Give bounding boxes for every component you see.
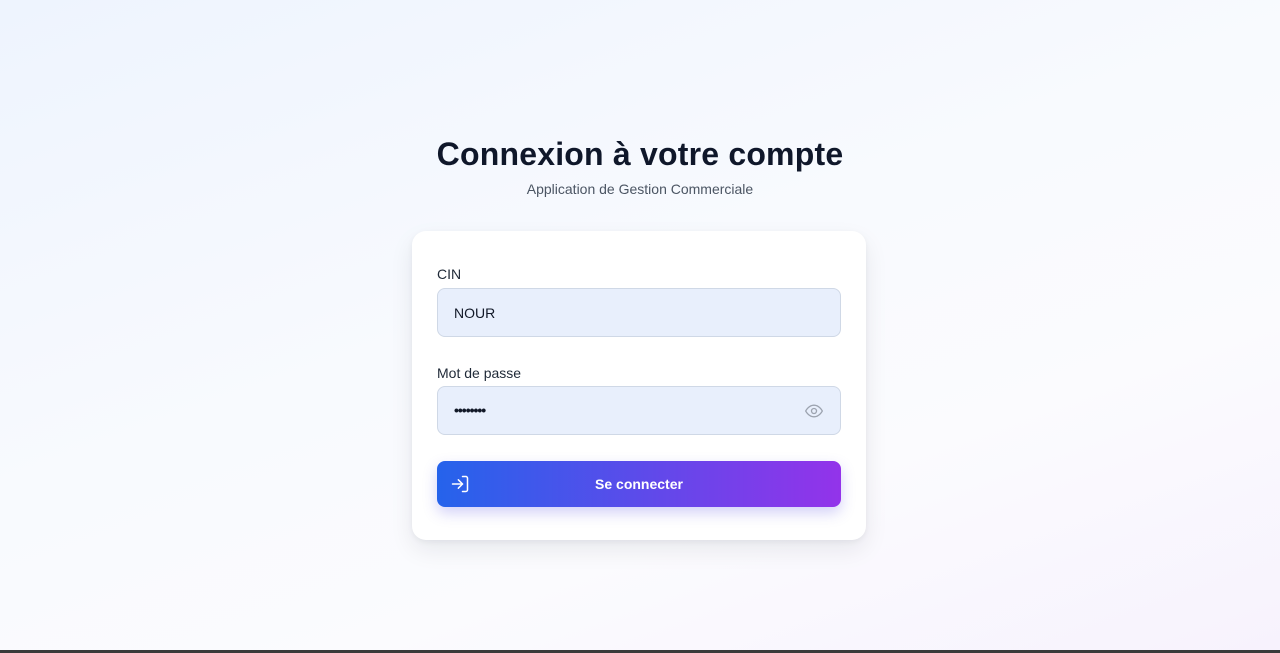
eye-icon[interactable]: [804, 401, 824, 421]
cin-label: CIN: [437, 266, 462, 282]
password-value: ••••••••: [454, 402, 486, 418]
cin-input[interactable]: [438, 289, 840, 336]
cin-field-container: [437, 288, 841, 337]
login-card: CIN Mot de passe •••••••• Se connecter: [412, 231, 866, 540]
password-label: Mot de passe: [437, 365, 522, 381]
login-button[interactable]: Se connecter: [437, 461, 841, 507]
page-subtitle: Application de Gestion Commerciale: [526, 181, 754, 197]
password-input[interactable]: ••••••••: [437, 386, 841, 435]
page-title: Connexion à votre compte: [436, 136, 844, 172]
login-button-label: Se connecter: [595, 476, 683, 492]
